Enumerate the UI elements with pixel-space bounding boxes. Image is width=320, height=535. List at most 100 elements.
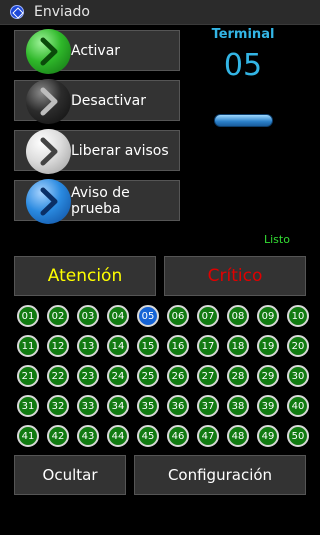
- terminal-button-40[interactable]: 40: [287, 395, 309, 417]
- terminal-button-31[interactable]: 31: [17, 395, 39, 417]
- terminal-cell-wrapper: 16: [163, 335, 193, 365]
- terminal-button-44[interactable]: 44: [107, 425, 129, 447]
- terminal-button-02[interactable]: 02: [47, 305, 69, 327]
- terminal-button-13[interactable]: 13: [77, 335, 99, 357]
- terminal-button-06[interactable]: 06: [167, 305, 189, 327]
- terminal-button-36[interactable]: 36: [167, 395, 189, 417]
- terminal-button-30[interactable]: 30: [287, 365, 309, 387]
- aviso-de-prueba-button[interactable]: Aviso de prueba: [14, 179, 180, 224]
- terminal-button-49[interactable]: 49: [257, 425, 279, 447]
- terminal-button-46[interactable]: 46: [167, 425, 189, 447]
- white-chevron-icon: [26, 129, 71, 174]
- terminal-button-45[interactable]: 45: [137, 425, 159, 447]
- terminal-cell-wrapper: 34: [103, 395, 133, 425]
- terminal-cell-wrapper: 38: [223, 395, 253, 425]
- terminal-button-42[interactable]: 42: [47, 425, 69, 447]
- terminal-button-05[interactable]: 05: [137, 305, 159, 327]
- terminal-button-14[interactable]: 14: [107, 335, 129, 357]
- terminal-button-47[interactable]: 47: [197, 425, 219, 447]
- terminal-button-17[interactable]: 17: [197, 335, 219, 357]
- terminal-cell-wrapper: 32: [43, 395, 73, 425]
- terminal-button-24[interactable]: 24: [107, 365, 129, 387]
- terminal-cell-wrapper: 24: [103, 365, 133, 395]
- terminal-cell-wrapper: 29: [253, 365, 283, 395]
- terminal-cell-wrapper: 13: [73, 335, 103, 365]
- terminal-cell-wrapper: 39: [253, 395, 283, 425]
- terminal-button-04[interactable]: 04: [107, 305, 129, 327]
- terminal-button-50[interactable]: 50: [287, 425, 309, 447]
- terminal-button-19[interactable]: 19: [257, 335, 279, 357]
- terminal-cell-wrapper: 45: [133, 425, 163, 455]
- terminal-cell-wrapper: 21: [13, 365, 43, 395]
- terminal-indicator-bar[interactable]: [214, 114, 273, 127]
- terminal-button-15[interactable]: 15: [137, 335, 159, 357]
- atencion-button[interactable]: Atención: [14, 256, 156, 296]
- liberar-avisos-button[interactable]: Liberar avisos: [14, 129, 180, 174]
- terminal-cell-wrapper: 50: [283, 425, 313, 455]
- terminal-cell-wrapper: 23: [73, 365, 103, 395]
- terminal-cell-wrapper: 18: [223, 335, 253, 365]
- ocultar-button[interactable]: Ocultar: [14, 455, 126, 495]
- terminal-button-41[interactable]: 41: [17, 425, 39, 447]
- activar-label: Activar: [71, 42, 121, 59]
- terminal-button-01[interactable]: 01: [17, 305, 39, 327]
- terminal-cell-wrapper: 15: [133, 335, 163, 365]
- activar-button[interactable]: Activar: [14, 29, 180, 74]
- terminal-cell-wrapper: 01: [13, 305, 43, 335]
- terminal-button-03[interactable]: 03: [77, 305, 99, 327]
- liberar-avisos-label: Liberar avisos: [71, 142, 169, 159]
- terminal-button-22[interactable]: 22: [47, 365, 69, 387]
- terminal-cell-wrapper: 44: [103, 425, 133, 455]
- terminal-label: Terminal: [211, 27, 275, 42]
- terminal-cell-wrapper: 41: [13, 425, 43, 455]
- terminal-cell-wrapper: 46: [163, 425, 193, 455]
- terminal-button-12[interactable]: 12: [47, 335, 69, 357]
- terminal-button-32[interactable]: 32: [47, 395, 69, 417]
- green-chevron-icon: [26, 29, 71, 74]
- terminal-button-07[interactable]: 07: [197, 305, 219, 327]
- critico-button[interactable]: Crítico: [164, 256, 306, 296]
- desactivar-label: Desactivar: [71, 92, 146, 109]
- terminal-cell-wrapper: 25: [133, 365, 163, 395]
- terminal-cell-wrapper: 19: [253, 335, 283, 365]
- terminal-cell-wrapper: 30: [283, 365, 313, 395]
- configuracion-button[interactable]: Configuración: [134, 455, 306, 495]
- aviso-de-prueba-label: Aviso de prueba: [71, 184, 130, 217]
- terminal-button-28[interactable]: 28: [227, 365, 249, 387]
- terminal-button-26[interactable]: 26: [167, 365, 189, 387]
- terminal-cell-wrapper: 04: [103, 305, 133, 335]
- title-bar: Enviado: [0, 0, 320, 25]
- terminal-button-38[interactable]: 38: [227, 395, 249, 417]
- terminal-button-09[interactable]: 09: [257, 305, 279, 327]
- terminal-button-08[interactable]: 08: [227, 305, 249, 327]
- terminal-button-33[interactable]: 33: [77, 395, 99, 417]
- terminal-button-16[interactable]: 16: [167, 335, 189, 357]
- terminal-cell-wrapper: 47: [193, 425, 223, 455]
- terminal-cell-wrapper: 05: [133, 305, 163, 335]
- terminal-cell-wrapper: 12: [43, 335, 73, 365]
- terminal-button-34[interactable]: 34: [107, 395, 129, 417]
- terminal-button-25[interactable]: 25: [137, 365, 159, 387]
- terminal-button-23[interactable]: 23: [77, 365, 99, 387]
- terminal-value: 05: [223, 48, 263, 83]
- desactivar-button[interactable]: Desactivar: [14, 79, 180, 124]
- terminal-button-35[interactable]: 35: [137, 395, 159, 417]
- terminal-cell-wrapper: 37: [193, 395, 223, 425]
- terminal-button-20[interactable]: 20: [287, 335, 309, 357]
- terminal-button-10[interactable]: 10: [287, 305, 309, 327]
- terminal-cell-wrapper: 48: [223, 425, 253, 455]
- terminal-cell-wrapper: 22: [43, 365, 73, 395]
- terminal-button-29[interactable]: 29: [257, 365, 279, 387]
- terminal-cell-wrapper: 42: [43, 425, 73, 455]
- terminal-button-11[interactable]: 11: [17, 335, 39, 357]
- terminal-button-27[interactable]: 27: [197, 365, 219, 387]
- terminal-cell-wrapper: 10: [283, 305, 313, 335]
- black-chevron-icon: [26, 79, 71, 124]
- terminal-button-21[interactable]: 21: [17, 365, 39, 387]
- terminal-button-37[interactable]: 37: [197, 395, 219, 417]
- terminal-button-48[interactable]: 48: [227, 425, 249, 447]
- terminal-button-43[interactable]: 43: [77, 425, 99, 447]
- terminal-button-18[interactable]: 18: [227, 335, 249, 357]
- terminal-grid: 01 02 03 04 05 06 07 08 09 10 11 12 13 14 15 16 17 18 19 20…: [13, 305, 309, 455]
- terminal-button-39[interactable]: 39: [257, 395, 279, 417]
